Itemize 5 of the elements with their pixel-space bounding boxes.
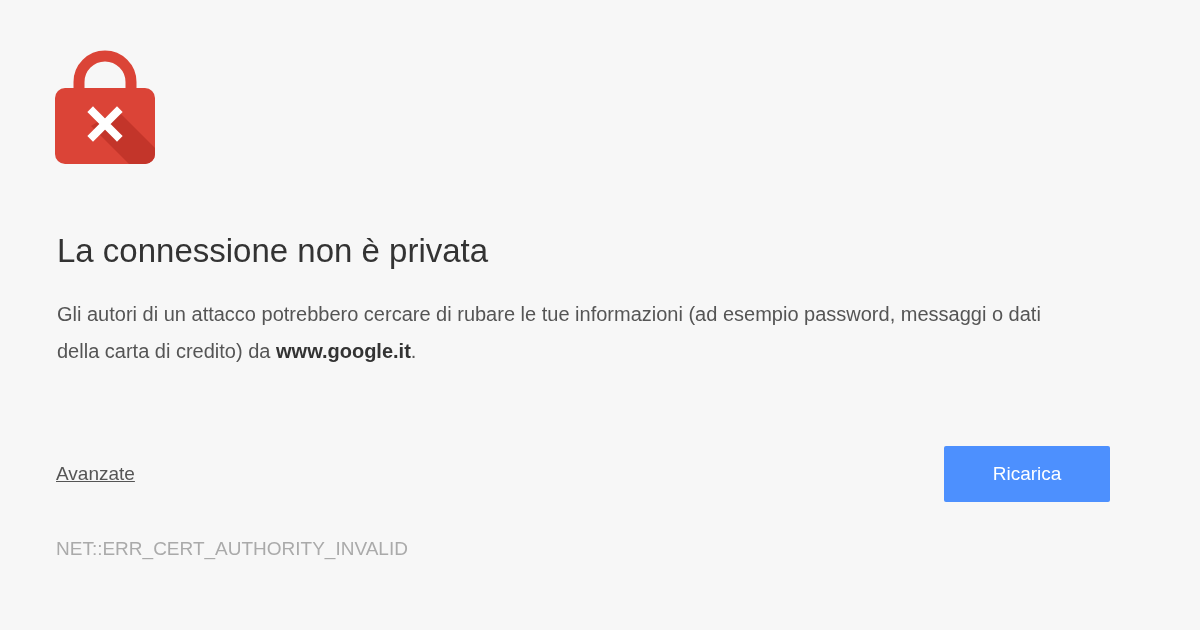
broken-lock-icon [55, 50, 155, 164]
advanced-link[interactable]: Avanzate [56, 463, 135, 485]
error-code: NET::ERR_CERT_AUTHORITY_INVALID [56, 538, 409, 560]
warning-message: Gli autori di un attacco potrebbero cercare di rubare le tue informazioni (ad esempio password, messaggi o dati della carta di credito) da www.google.it. [57, 302, 1042, 364]
page-heading: La connessione non è privata [57, 232, 490, 270]
